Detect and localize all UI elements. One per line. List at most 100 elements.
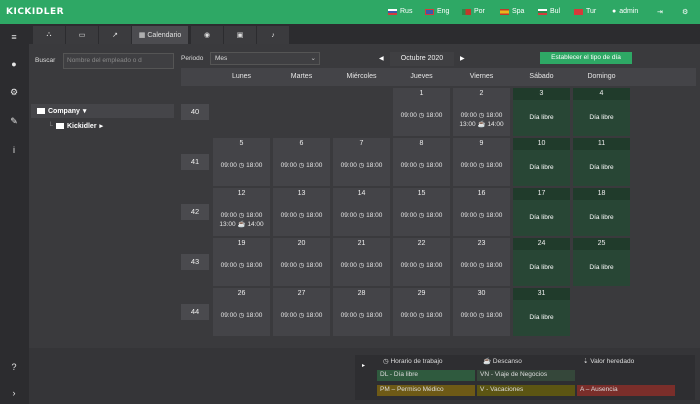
tree-item-company[interactable]: Company ▾ (37, 107, 86, 115)
tab-calendar[interactable]: ▦ Calendario (132, 26, 188, 44)
top-bar: KICKIDLER Rus Eng Por Spa Bul Tur ● admin… (0, 0, 700, 24)
chart-icon: ↗ (112, 32, 118, 39)
folder-icon (37, 108, 45, 114)
day-number: 2 (479, 90, 484, 97)
week-number: 40 (181, 104, 209, 120)
prev-month-button[interactable]: ◀ (379, 55, 384, 62)
day-number: 29 (417, 290, 426, 297)
caret-right-icon: ▸ (99, 123, 104, 130)
day-off-label: Día libre (589, 264, 614, 271)
tab-reports[interactable]: ↗ (99, 26, 131, 44)
flag-icon (388, 8, 397, 15)
tab-structure[interactable]: ⛬ (33, 26, 65, 44)
day-number: 20 (297, 240, 306, 247)
calendar-day[interactable]: 3 Día libre (513, 88, 570, 136)
settings-icon[interactable]: ⚙ (682, 8, 688, 16)
wrench-icon[interactable]: ✎ (9, 116, 19, 126)
day-number: 1 (419, 90, 424, 97)
calendar-day[interactable]: 28 09:00 ◷ 18:00 (333, 288, 390, 336)
help-icon[interactable]: ? (9, 362, 19, 372)
day-number: 22 (417, 240, 426, 247)
calendar-day[interactable]: 13 09:00 ◷ 18:00 (273, 188, 330, 236)
day-number: 11 (573, 138, 630, 150)
calendar-day[interactable]: 2 09:00 ◷ 18:00 13:00 ☕ 14:00 (453, 88, 510, 136)
menu-icon[interactable]: ≡ (9, 32, 19, 42)
day-number: 18 (573, 188, 630, 200)
expand-icon[interactable]: › (9, 388, 19, 398)
tab-monitor[interactable]: ▭ (66, 26, 98, 44)
calendar-day[interactable]: 10 Día libre (513, 138, 570, 186)
connections-icon[interactable]: ⚙ (9, 87, 19, 97)
calendar-day[interactable]: 20 09:00 ◷ 18:00 (273, 238, 330, 286)
weekday-label: Martes (290, 73, 313, 80)
day-off-label: Día libre (529, 214, 554, 221)
calendar-day[interactable]: 29 09:00 ◷ 18:00 (393, 288, 450, 336)
legend-pm: PM – Permiso Médico (377, 385, 475, 396)
set-day-type-button[interactable]: Establecer el tipo de día (540, 52, 632, 64)
lang-tur[interactable]: Tur (574, 8, 596, 15)
calendar-day[interactable]: 17 Día libre (513, 188, 570, 236)
calendar-day[interactable]: 7 09:00 ◷ 18:00 (333, 138, 390, 186)
day-number: 16 (477, 190, 486, 197)
work-hours: 09:00 ◷ 18:00 (280, 262, 323, 269)
calendar-day[interactable]: 6 09:00 ◷ 18:00 (273, 138, 330, 186)
lang-rus[interactable]: Rus (388, 8, 412, 15)
info-icon[interactable]: i (9, 145, 19, 155)
calendar-day[interactable]: 24 Día libre (513, 238, 570, 286)
calendar-day[interactable]: 8 09:00 ◷ 18:00 (393, 138, 450, 186)
calendar-day[interactable]: 1 09:00 ◷ 18:00 (393, 88, 450, 136)
legend-vn: VN - Viaje de Negocios (477, 370, 575, 381)
calendar-day[interactable]: 30 09:00 ◷ 18:00 (453, 288, 510, 336)
work-hours: 09:00 ◷ 18:00 (460, 112, 503, 119)
calendar-day[interactable]: 25 Día libre (573, 238, 630, 286)
calendar-day[interactable]: 18 Día libre (573, 188, 630, 236)
day-off-label: Día libre (529, 314, 554, 321)
calendar-day[interactable]: 12 09:00 ◷ 18:00 13:00 ☕ 14:00 (213, 188, 270, 236)
calendar-day[interactable]: 26 09:00 ◷ 18:00 (213, 288, 270, 336)
day-number: 6 (299, 140, 304, 147)
lang-spa[interactable]: Spa (500, 8, 524, 15)
calendar-day[interactable]: 31 Día libre (513, 288, 570, 336)
day-off-label: Día libre (529, 264, 554, 271)
search-input[interactable]: Nombre del empleado o d (63, 53, 174, 69)
calendar-day[interactable]: 11 Día libre (573, 138, 630, 186)
calendar-day[interactable]: 4 Día libre (573, 88, 630, 136)
tab-record[interactable]: ◉ (191, 26, 223, 44)
tree-item-kickidler[interactable]: └ Kickidler ▸ (48, 122, 104, 131)
calendar-day[interactable]: 16 09:00 ◷ 18:00 (453, 188, 510, 236)
calendar-day[interactable]: 9 09:00 ◷ 18:00 (453, 138, 510, 186)
calendar-day[interactable]: 14 09:00 ◷ 18:00 (333, 188, 390, 236)
next-month-button[interactable]: ▶ (460, 55, 465, 62)
lang-bul[interactable]: Bul (538, 8, 560, 15)
calendar-day[interactable]: 21 09:00 ◷ 18:00 (333, 238, 390, 286)
period-select[interactable]: Mes ⌄ (210, 52, 320, 65)
tab-id[interactable]: ▣ (224, 26, 256, 44)
day-number: 23 (477, 240, 486, 247)
calendar-day[interactable]: 23 09:00 ◷ 18:00 (453, 238, 510, 286)
day-number: 19 (237, 240, 246, 247)
work-hours: 09:00 ◷ 18:00 (400, 212, 443, 219)
lang-eng[interactable]: Eng (425, 8, 449, 15)
legend-inherited: ⇣ Valor heredado (583, 358, 635, 365)
calendar-day[interactable]: 19 09:00 ◷ 18:00 (213, 238, 270, 286)
flag-icon (462, 8, 471, 15)
user-icon[interactable]: ● (9, 59, 19, 69)
calendar-day[interactable]: 5 09:00 ◷ 18:00 (213, 138, 270, 186)
work-hours: 09:00 ◷ 18:00 (400, 312, 443, 319)
user-menu[interactable]: ● admin (612, 8, 638, 15)
calendar-day[interactable]: 27 09:00 ◷ 18:00 (273, 288, 330, 336)
work-hours: 09:00 ◷ 18:00 (340, 312, 383, 319)
tab-notifications[interactable]: ♪ (257, 26, 289, 44)
day-off-label: Día libre (529, 164, 554, 171)
calendar-day[interactable]: 15 09:00 ◷ 18:00 (393, 188, 450, 236)
logout-icon[interactable]: ⇥ (657, 8, 663, 16)
work-hours: 09:00 ◷ 18:00 (280, 162, 323, 169)
work-hours: 09:00 ◷ 18:00 (400, 162, 443, 169)
month-label: Octubre 2020 (390, 52, 454, 66)
work-hours: 09:00 ◷ 18:00 (220, 312, 263, 319)
calendar-day[interactable]: 22 09:00 ◷ 18:00 (393, 238, 450, 286)
legend-toggle[interactable]: ▸ (362, 362, 365, 369)
day-number: 21 (357, 240, 366, 247)
lang-por[interactable]: Por (462, 8, 485, 15)
legend-v: V - Vacaciones (477, 385, 575, 396)
